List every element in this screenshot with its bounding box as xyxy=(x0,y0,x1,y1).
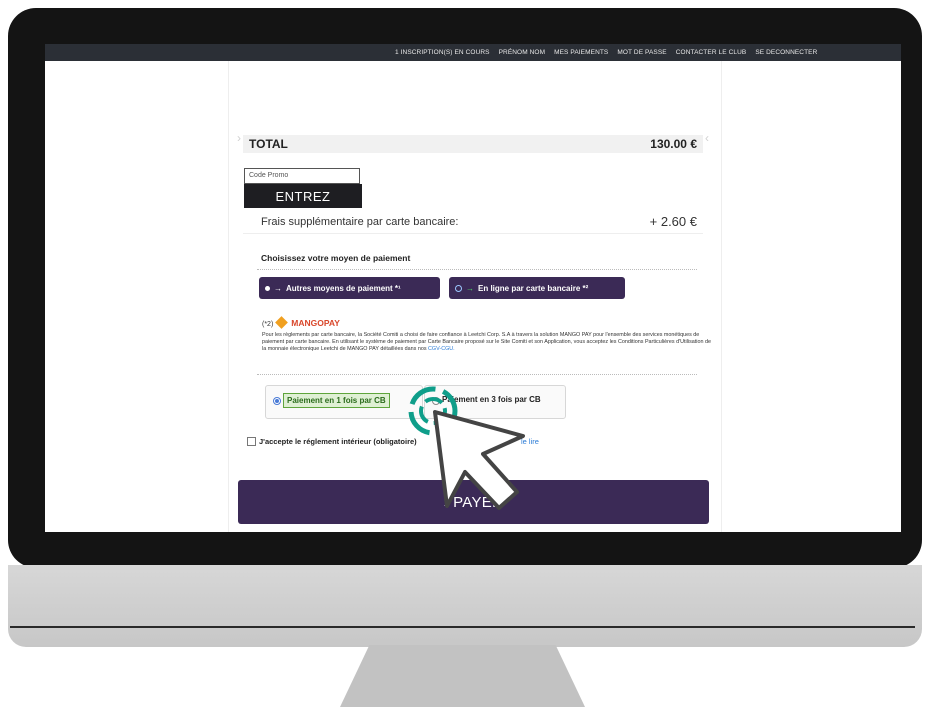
screen: 1 INSCRIPTION(S) EN COURS PRÉNOM NOM MES… xyxy=(45,44,901,532)
radio-selected-icon[interactable] xyxy=(273,397,281,405)
checkout-panel: › ‹ TOTAL 130.00 € Code Promo ENTREZ Fra… xyxy=(228,61,722,532)
arrow-right-icon: → xyxy=(466,283,474,293)
divider xyxy=(257,374,697,375)
accept-rules[interactable]: J'accepte le réglement intérieur (obliga… xyxy=(247,437,417,446)
total-value: 130.00 € xyxy=(650,137,697,151)
radio-icon xyxy=(455,284,462,292)
nav-item-contact-club[interactable]: CONTACTER LE CLUB xyxy=(676,49,747,56)
other-payment-button[interactable]: → Autres moyens de paiement *¹ xyxy=(259,277,440,299)
radio-icon[interactable] xyxy=(432,397,440,405)
nav-item-inscriptions[interactable]: 1 INSCRIPTION(S) EN COURS xyxy=(395,49,490,56)
monitor-chin-line xyxy=(10,626,915,628)
promo-submit-button[interactable]: ENTREZ xyxy=(244,184,362,208)
pay-button[interactable]: › PAYER xyxy=(238,480,709,524)
nav-item-user-name[interactable]: PRÉNOM NOM xyxy=(499,49,546,56)
card-payment-label: En ligne par carte bancaire *² xyxy=(478,283,589,293)
nav-item-password[interactable]: MOT DE PASSE xyxy=(617,49,666,56)
other-payment-label: Autres moyens de paiement *¹ xyxy=(286,283,401,293)
promo-code: Code Promo ENTREZ xyxy=(244,168,362,216)
read-rules-link[interactable]: le lire xyxy=(521,437,539,446)
chevron-right-icon: › xyxy=(443,493,450,511)
installment-option-1-label: Paiement en 1 fois par CB xyxy=(283,393,390,408)
chevron-right-icon[interactable]: › xyxy=(237,131,241,145)
mangopay-logo-icon xyxy=(275,316,289,329)
accept-rules-label: J'accepte le réglement intérieur (obliga… xyxy=(259,437,417,446)
chevron-left-icon[interactable]: ‹ xyxy=(705,131,709,145)
installment-option-3[interactable]: Paiement en 3 fois par CB xyxy=(424,385,566,419)
divider xyxy=(257,269,697,270)
mangopay-disclaimer-text: Pour les règlements par carte bancaire, … xyxy=(262,332,711,352)
promo-code-input[interactable]: Code Promo xyxy=(244,168,360,184)
mangopay-footnote-ref: (*2) xyxy=(262,321,274,328)
card-fees-row: Frais supplémentaire par carte bancaire:… xyxy=(243,213,703,234)
installment-option-1[interactable]: Paiement en 1 fois par CB xyxy=(265,385,423,419)
cgv-link[interactable]: CGV-CGU. xyxy=(428,346,455,352)
installment-option-3-label: Paiement en 3 fois par CB xyxy=(442,395,541,404)
mangopay-header: (*2) MANGOPAY xyxy=(262,316,340,329)
nav-item-logout[interactable]: SE DECONNECTER xyxy=(755,49,817,56)
nav-item-payments[interactable]: MES PAIEMENTS xyxy=(554,49,608,56)
radio-icon xyxy=(265,285,270,291)
mangopay-disclaimer: Pour les règlements par carte bancaire, … xyxy=(262,332,712,353)
card-fees-value: + 2.60 € xyxy=(649,214,697,229)
card-payment-button[interactable]: → En ligne par carte bancaire *² xyxy=(449,277,625,299)
total-row: TOTAL 130.00 € xyxy=(243,135,703,153)
card-fees-label: Frais supplémentaire par carte bancaire: xyxy=(261,216,459,228)
pay-button-label: PAYER xyxy=(453,493,504,511)
total-label: TOTAL xyxy=(249,137,288,151)
monitor-chin xyxy=(8,565,922,647)
payment-method-heading: Choisissez votre moyen de paiement xyxy=(261,253,411,263)
top-nav: 1 INSCRIPTION(S) EN COURS PRÉNOM NOM MES… xyxy=(395,49,817,56)
mangopay-logo-text: MANGOPAY xyxy=(291,318,340,328)
monitor-stand xyxy=(340,645,585,707)
arrow-right-icon: → xyxy=(274,283,282,293)
top-nav-bar: 1 INSCRIPTION(S) EN COURS PRÉNOM NOM MES… xyxy=(45,44,901,61)
accept-rules-checkbox[interactable] xyxy=(247,437,256,446)
